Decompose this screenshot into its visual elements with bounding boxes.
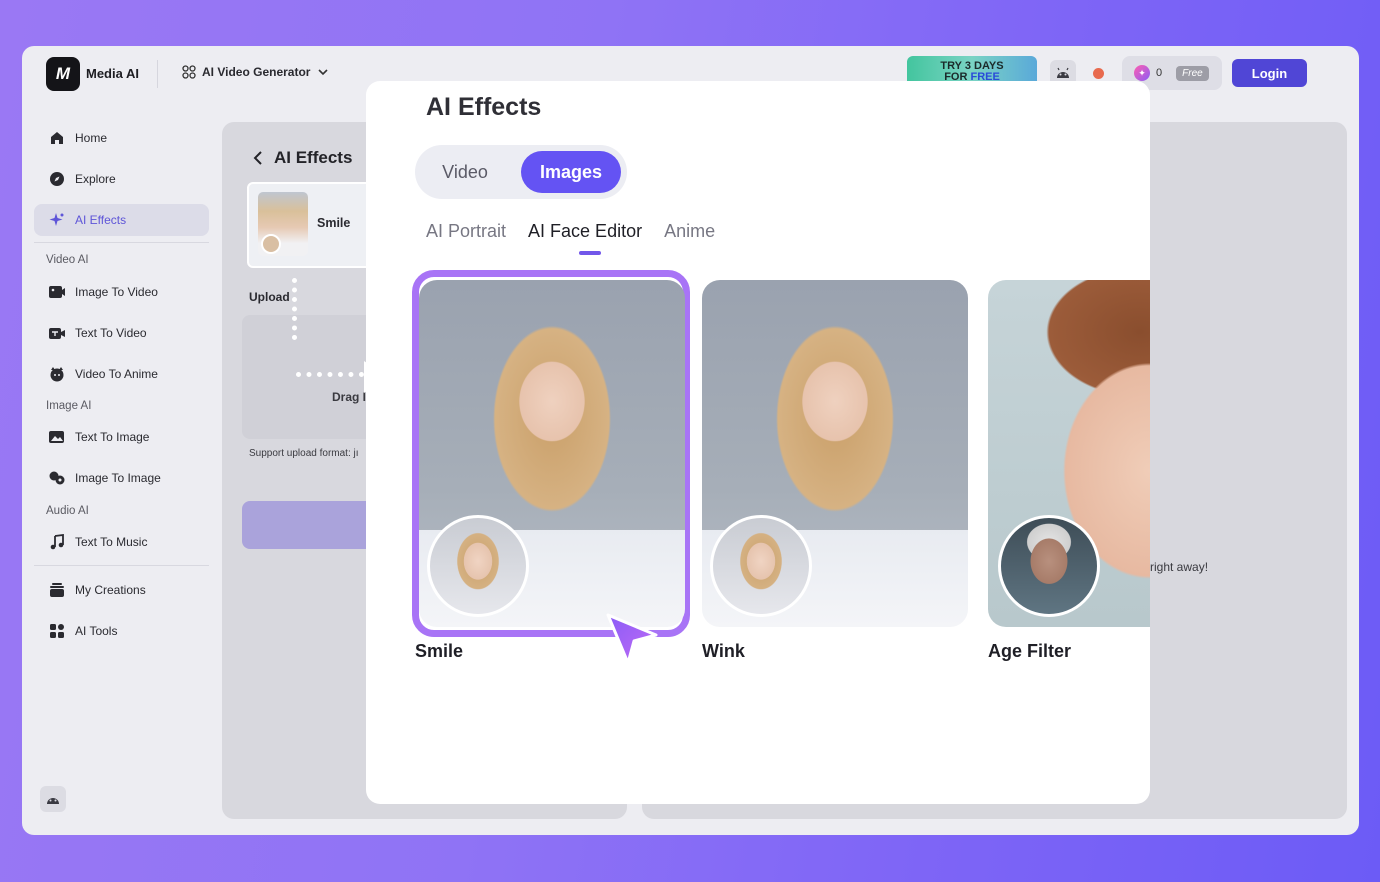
grid-icon — [182, 65, 196, 79]
sidebar-divider — [34, 242, 209, 243]
effect-card-wink[interactable] — [702, 280, 968, 627]
app-name[interactable]: Media AI — [86, 66, 139, 81]
sidebar: Home Explore AI Effects Video AI Image T… — [22, 116, 222, 826]
preview-hint-text: right away! — [1150, 560, 1209, 574]
login-button[interactable]: Login — [1232, 59, 1307, 87]
guide-arrow-horizontal — [296, 372, 364, 377]
image-video-icon — [48, 283, 66, 301]
notification-dot-icon[interactable] — [1093, 68, 1104, 79]
card-inset-photo — [710, 515, 812, 617]
logo-icon[interactable]: M — [46, 57, 80, 91]
sidebar-item-label: Explore — [75, 172, 116, 186]
tab-anime[interactable]: Anime — [664, 221, 715, 242]
ai-video-generator-menu[interactable]: AI Video Generator — [182, 65, 330, 79]
guide-arrow-vertical — [292, 278, 297, 340]
stack-icon — [48, 581, 66, 599]
sidebar-item-text-to-image[interactable]: Text To Image — [34, 421, 209, 453]
selected-effect-chip[interactable]: Smile — [247, 182, 377, 268]
effect-card-smile[interactable] — [419, 280, 685, 627]
section-video-ai: Video AI — [46, 254, 89, 266]
sidebar-item-ai-tools[interactable]: AI Tools — [34, 615, 209, 647]
upload-label: Upload — [249, 290, 290, 304]
chevron-left-icon — [253, 151, 262, 165]
sidebar-item-image-to-video[interactable]: Image To Video — [34, 276, 209, 308]
card-label-wink: Wink — [702, 641, 745, 661]
section-image-ai: Image AI — [46, 400, 92, 412]
sparkle-icon — [48, 211, 66, 229]
tab-ai-portrait[interactable]: AI Portrait — [426, 221, 506, 242]
sidebar-item-image-to-image[interactable]: Image To Image — [34, 462, 209, 494]
sidebar-item-home[interactable]: Home — [34, 122, 209, 154]
segment-images-button[interactable]: Images — [521, 151, 621, 193]
sidebar-item-label: Text To Music — [75, 535, 148, 549]
sidebar-item-text-to-music[interactable]: Text To Music — [34, 526, 209, 558]
effect-card-age-filter[interactable] — [988, 280, 1150, 627]
card-inset-photo — [998, 515, 1100, 617]
home-icon — [48, 129, 66, 147]
sidebar-item-ai-effects[interactable]: AI Effects — [34, 204, 209, 236]
sidebar-item-label: AI Tools — [75, 624, 118, 638]
sidebar-item-label: AI Effects — [75, 213, 127, 227]
android-icon[interactable] — [40, 786, 66, 812]
selected-effect-label: Smile — [317, 216, 351, 230]
plan-badge: Free — [1176, 65, 1209, 81]
modal-title: AI Effects — [426, 93, 542, 121]
sidebar-item-video-to-anime[interactable]: Video To Anime — [34, 358, 209, 390]
support-format-text: Support upload format: jı — [249, 448, 359, 459]
credit-coin-icon: ✦ — [1134, 65, 1150, 81]
text-image-icon — [48, 428, 66, 446]
header-divider — [157, 60, 158, 88]
media-type-toggle: Video Images — [415, 145, 627, 199]
sidebar-item-label: My Creations — [75, 583, 146, 597]
tools-grid-icon — [48, 622, 66, 640]
generator-menu-label: AI Video Generator — [202, 65, 311, 79]
sidebar-item-text-to-video[interactable]: Text To Video — [34, 317, 209, 349]
effect-category-tabs: AI Portrait AI Face Editor Anime — [426, 221, 715, 242]
image-image-icon — [48, 469, 66, 487]
sidebar-item-label: Text To Image — [75, 430, 150, 444]
text-video-icon — [48, 324, 66, 342]
sidebar-item-explore[interactable]: Explore — [34, 163, 209, 195]
sidebar-item-label: Image To Image — [75, 471, 161, 485]
credits-count: 0 — [1156, 67, 1163, 79]
segment-video-button[interactable]: Video — [421, 151, 509, 193]
sidebar-item-label: Video To Anime — [75, 367, 158, 381]
tab-ai-face-editor[interactable]: AI Face Editor — [528, 221, 642, 242]
ai-effects-modal: AI Effects Video Images AI Portrait AI F… — [366, 81, 1150, 804]
card-inset-photo — [427, 515, 529, 617]
section-audio-ai: Audio AI — [46, 505, 89, 517]
card-label-smile: Smile — [415, 641, 464, 661]
compass-icon — [48, 170, 66, 188]
pointer-cursor-icon — [606, 613, 658, 665]
back-to-effects-button[interactable]: AI Effects — [252, 148, 352, 168]
sidebar-item-label: Image To Video — [75, 285, 158, 299]
panel-title: AI Effects — [274, 148, 353, 167]
anime-icon — [48, 365, 66, 383]
music-note-icon — [48, 533, 66, 551]
active-tab-indicator — [579, 251, 601, 255]
chevron-down-icon — [318, 69, 329, 76]
drop-zone-text: Drag I — [332, 390, 367, 404]
sidebar-item-label: Home — [75, 131, 108, 145]
sidebar-item-my-creations[interactable]: My Creations — [34, 574, 209, 606]
sidebar-item-label: Text To Video — [75, 326, 147, 340]
effect-thumbnail-inset — [261, 234, 281, 254]
card-label-age-filter: Age Filter — [988, 641, 1072, 661]
sidebar-divider — [34, 565, 209, 566]
